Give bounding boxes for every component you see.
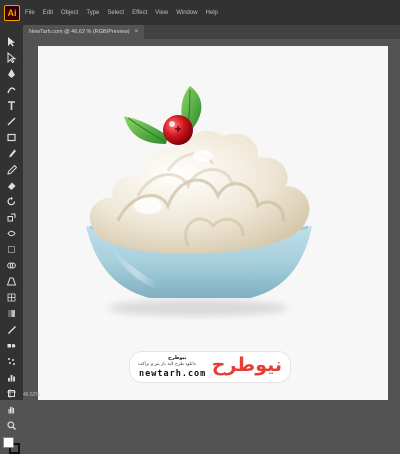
watermark-url: newtarh.com xyxy=(139,369,207,379)
width-tool-icon[interactable] xyxy=(6,228,17,239)
symbol-sprayer-tool-icon[interactable] xyxy=(6,356,17,367)
mesh-tool-icon[interactable] xyxy=(6,292,17,303)
status-bar: 46.62% xyxy=(23,389,53,400)
app-logo-icon: Ai xyxy=(4,4,20,21)
direct-selection-tool-icon[interactable] xyxy=(6,52,17,63)
eraser-tool-icon[interactable] xyxy=(6,180,17,191)
bowl-shadow xyxy=(108,300,288,316)
rectangle-tool-icon[interactable] xyxy=(6,132,17,143)
menu-edit[interactable]: Edit xyxy=(43,10,53,16)
gradient-tool-icon[interactable] xyxy=(6,308,17,319)
selection-tool-icon[interactable] xyxy=(6,36,17,47)
shape-builder-tool-icon[interactable] xyxy=(6,260,17,271)
paintbrush-tool-icon[interactable] xyxy=(6,148,17,159)
newtarh-watermark: نیوطرح نیوطرح دانلود طرح لایه باز بنر و … xyxy=(130,352,290,382)
curvature-tool-icon[interactable] xyxy=(6,84,17,95)
perspective-tool-icon[interactable] xyxy=(6,276,17,287)
menu-window[interactable]: Window xyxy=(176,10,197,16)
tools-panel xyxy=(0,25,23,454)
fill-swatch[interactable] xyxy=(2,437,14,448)
menu-effect[interactable]: Effect xyxy=(132,10,147,16)
document-tab-bar: NewTarh.com @ 46.62 % (RGB/Preview) × xyxy=(23,25,400,39)
zoom-readout[interactable]: 46.62% xyxy=(23,392,40,398)
rotate-tool-icon[interactable] xyxy=(6,196,17,207)
pencil-tool-icon[interactable] xyxy=(6,164,17,175)
graph-tool-icon[interactable] xyxy=(6,372,17,383)
hand-tool-icon[interactable] xyxy=(6,404,17,415)
eyedropper-tool-icon[interactable] xyxy=(6,324,17,335)
watermark-name: نیوطرح xyxy=(168,355,187,361)
menu-help[interactable]: Help xyxy=(206,10,218,16)
document-tab-title: NewTarh.com @ 46.62 % (RGB/Preview) xyxy=(29,29,130,35)
scale-tool-icon[interactable] xyxy=(6,212,17,223)
free-transform-tool-icon[interactable] xyxy=(6,244,17,255)
type-tool-icon[interactable] xyxy=(6,100,17,111)
artboard-tool-icon[interactable] xyxy=(6,388,17,399)
menu-view[interactable]: View xyxy=(155,10,168,16)
pen-tool-icon[interactable] xyxy=(6,68,17,79)
menu-file[interactable]: File xyxy=(25,10,35,16)
artboard[interactable]: نیوطرح نیوطرح دانلود طرح لایه باز بنر و … xyxy=(38,46,388,400)
watermark-brand: نیوطرح xyxy=(211,354,282,376)
close-icon[interactable]: × xyxy=(135,29,139,35)
blend-tool-icon[interactable] xyxy=(6,340,17,351)
menu-type[interactable]: Type xyxy=(86,10,99,16)
menu-select[interactable]: Select xyxy=(107,10,124,16)
menu-object[interactable]: Object xyxy=(61,10,78,16)
zoom-tool-icon[interactable] xyxy=(6,420,17,431)
document-tab[interactable]: NewTarh.com @ 46.62 % (RGB/Preview) × xyxy=(23,25,145,39)
line-tool-icon[interactable] xyxy=(6,116,17,127)
whipped-cream xyxy=(89,130,310,254)
watermark-tagline: دانلود طرح لایه باز بنر و تراکت xyxy=(138,362,196,367)
menu-bar: Ai File Edit Object Type Select Effect V… xyxy=(0,0,400,25)
dessert-artwork xyxy=(86,86,312,316)
